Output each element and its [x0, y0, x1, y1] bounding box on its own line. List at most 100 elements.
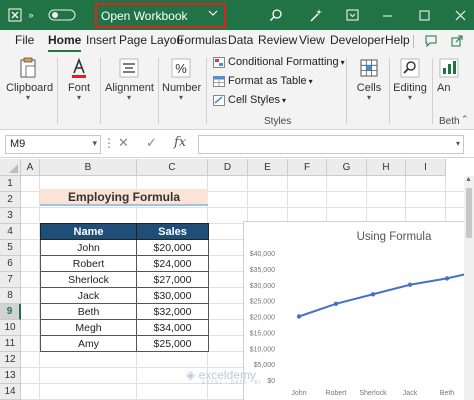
cell-styles-button[interactable]: Cell Styles ▾ — [213, 94, 286, 106]
chart-plot: $0$5,000$10,000$15,000$20,000$25,000$30,… — [250, 251, 474, 397]
sales-cell[interactable]: $34,000 — [136, 319, 209, 336]
collapse-ribbon-icon[interactable]: ⌃ — [461, 114, 469, 125]
scrollbar-thumb[interactable] — [466, 188, 472, 238]
tab-insert[interactable]: Insert — [86, 33, 116, 50]
column-header-g[interactable]: G — [327, 159, 367, 176]
analyze-data-button[interactable]: An — [437, 56, 459, 94]
line-chart[interactable]: Using Formula $0 $5,000 $10,000 $15,000 $20,… — [243, 221, 474, 400]
cell-styles-label: Cell Styles — [228, 94, 280, 106]
ribbon-display-icon[interactable] — [343, 0, 361, 30]
tab-review[interactable]: Review — [258, 33, 297, 50]
column-header-d[interactable]: D — [208, 159, 248, 176]
tab-file[interactable]: File — [15, 33, 34, 50]
minimize-icon[interactable] — [378, 0, 396, 30]
tab-developer[interactable]: Developer — [330, 33, 385, 50]
name-box[interactable]: M9 ▾ — [5, 135, 101, 154]
name-cell[interactable]: Jack — [40, 287, 137, 304]
column-header-b[interactable]: B — [40, 159, 137, 176]
tab-home[interactable]: Home — [48, 33, 82, 52]
row-header-11[interactable]: 11 — [0, 336, 21, 352]
data-point[interactable] — [370, 292, 376, 297]
close-icon[interactable] — [451, 0, 469, 30]
row-header-10[interactable]: 10 — [0, 320, 21, 336]
tab-data[interactable]: Data — [228, 33, 253, 50]
alignment-button[interactable]: Alignment ▾ — [105, 56, 154, 102]
row-header-5[interactable]: 5 — [0, 240, 21, 256]
editing-button[interactable]: Editing ▾ — [392, 56, 428, 102]
name-cell[interactable]: Amy — [40, 335, 137, 352]
font-button[interactable]: Font ▾ — [64, 56, 94, 102]
cells-button[interactable]: Cells ▾ — [352, 56, 386, 102]
row-header-4[interactable]: 4 — [0, 224, 21, 240]
row-header-12[interactable]: 12 — [0, 352, 21, 368]
sales-cell[interactable]: $20,000 — [136, 239, 209, 256]
name-cell[interactable]: Megh — [40, 319, 137, 336]
chevron-down-icon: ▾ — [340, 57, 345, 67]
chevron-down-icon[interactable]: ▾ — [456, 139, 460, 148]
sales-cell[interactable]: $25,000 — [136, 335, 209, 352]
name-cell[interactable]: Sherlock — [40, 271, 137, 288]
conditional-formatting-button[interactable]: Conditional Formatting ▾ — [213, 56, 345, 68]
enter-entry-button[interactable]: ✓ — [146, 135, 157, 151]
header-name[interactable]: Name — [40, 223, 137, 240]
number-button[interactable]: % Number ▾ — [162, 56, 201, 102]
table-row: Robert $24,000 — [40, 255, 209, 272]
column-header-h[interactable]: H — [367, 159, 406, 176]
data-point[interactable] — [444, 276, 450, 281]
column-header-c[interactable]: C — [137, 159, 208, 176]
name-cell[interactable]: John — [40, 239, 137, 256]
open-workbook-dropdown[interactable]: Open Workbook — [95, 3, 226, 28]
tab-help[interactable]: Help — [385, 33, 410, 50]
data-point[interactable] — [333, 301, 339, 306]
chevron-down-icon: ▾ — [92, 138, 97, 148]
analyze-data-icon — [437, 56, 459, 80]
sales-cell[interactable]: $32,000 — [136, 303, 209, 320]
row-header-13[interactable]: 13 — [0, 368, 21, 384]
row-header-14[interactable]: 14 — [0, 384, 21, 400]
autosave-toggle[interactable] — [42, 0, 84, 30]
format-as-table-icon — [213, 75, 225, 87]
row-header-8[interactable]: 8 — [0, 288, 21, 304]
row-header-6[interactable]: 6 — [0, 256, 21, 272]
data-point[interactable] — [407, 282, 413, 287]
y-tick-label: $15,000 — [250, 330, 275, 337]
share-icon[interactable] — [450, 32, 464, 50]
magic-wand-icon[interactable] — [307, 0, 325, 30]
column-header-a[interactable]: A — [21, 159, 40, 176]
header-sales[interactable]: Sales — [136, 223, 209, 240]
name-cell[interactable]: Robert — [40, 255, 137, 272]
clipboard-button[interactable]: Clipboard ▾ — [6, 56, 53, 102]
row-header-7[interactable]: 7 — [0, 272, 21, 288]
quick-access-more-icon[interactable]: » — [24, 0, 38, 30]
vertical-scrollbar[interactable]: ▲ — [464, 176, 474, 400]
row-header-3[interactable]: 3 — [0, 208, 21, 224]
tab-view[interactable]: View — [299, 33, 325, 50]
sheet-title-cell[interactable]: Employing Formula — [40, 189, 208, 206]
row-header-1[interactable]: 1 — [0, 176, 21, 192]
column-header-f[interactable]: F — [288, 159, 327, 176]
column-header-e[interactable]: E — [248, 159, 288, 176]
comments-icon[interactable] — [424, 32, 438, 50]
sales-cell[interactable]: $30,000 — [136, 287, 209, 304]
formula-input[interactable]: ▾ — [198, 135, 464, 154]
name-cell[interactable]: Beth — [40, 303, 137, 320]
select-all-button[interactable] — [0, 159, 21, 176]
tab-formulas[interactable]: Formulas — [177, 33, 227, 50]
search-icon[interactable] — [267, 0, 285, 30]
workbook-title: Open Workbook — [101, 9, 188, 23]
row-header-2[interactable]: 2 — [0, 192, 21, 208]
sales-cell[interactable]: $24,000 — [136, 255, 209, 272]
sales-cell[interactable]: $27,000 — [136, 271, 209, 288]
insert-function-button[interactable]: fx — [174, 135, 186, 150]
column-header-i[interactable]: I — [406, 159, 446, 176]
cancel-entry-button[interactable]: ✕ — [118, 135, 129, 151]
row-header-9[interactable]: 9 — [0, 304, 21, 320]
styles-group-label: Styles — [264, 116, 292, 127]
scroll-up-icon[interactable]: ▲ — [465, 176, 472, 183]
watermark-logo-icon: ◈ — [186, 368, 196, 382]
format-as-table-button[interactable]: Format as Table ▾ — [213, 75, 313, 87]
percent-icon: % — [169, 56, 193, 80]
restore-icon[interactable] — [415, 0, 433, 30]
data-point[interactable] — [296, 314, 302, 319]
tab-page-layout[interactable]: Page Layou — [119, 33, 183, 50]
